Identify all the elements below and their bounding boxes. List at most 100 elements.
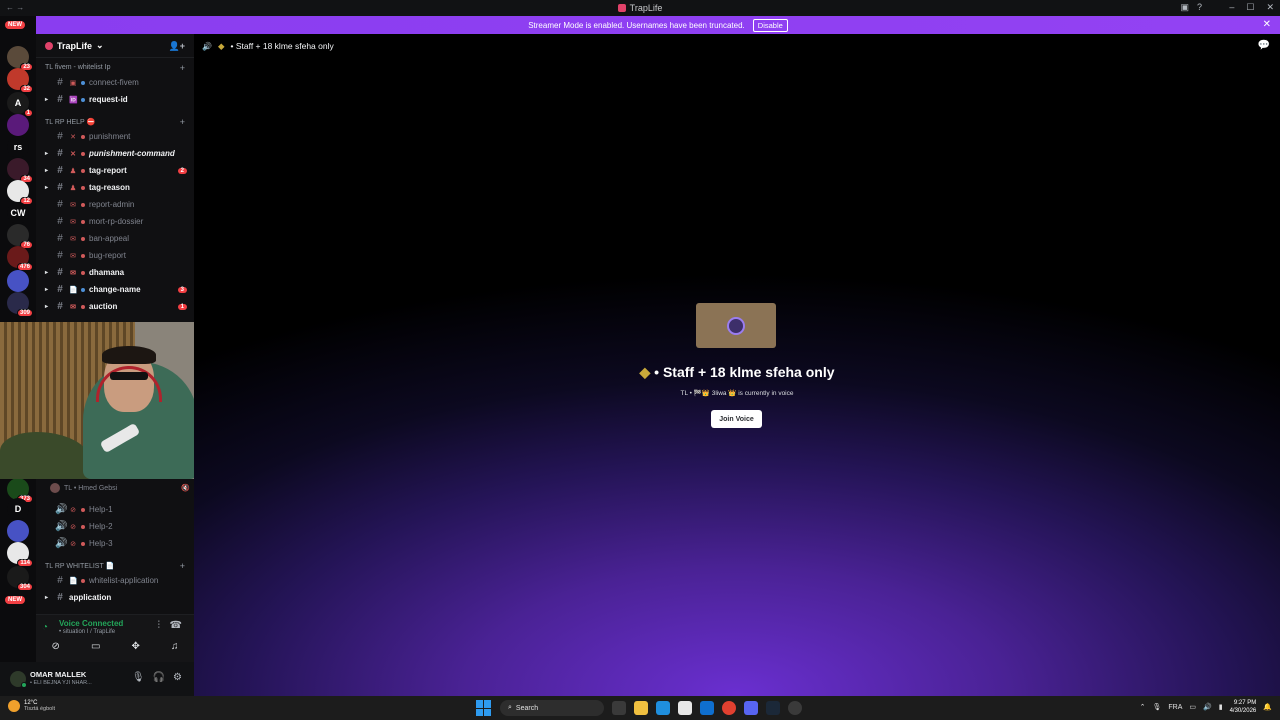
settings-gear-icon[interactable]: ⚙ [173, 672, 182, 683]
join-voice-button[interactable]: Join Voice [711, 410, 762, 428]
server-icon[interactable]: 373 [7, 478, 33, 503]
server-icon[interactable]: 23 [7, 46, 33, 71]
network-icon[interactable]: ▭ [1189, 703, 1196, 711]
volume-icon[interactable]: 🔊 [1203, 703, 1212, 711]
user-avatar[interactable] [10, 671, 27, 688]
text-channel-icon: # [57, 94, 63, 105]
screen-share-icon[interactable]: ▭ [91, 641, 100, 652]
server-icon[interactable]: D [7, 498, 29, 520]
start-button[interactable] [476, 700, 492, 716]
channel-item[interactable]: ▸ # ♟ tag-reason [45, 180, 193, 195]
channel-name: connect-fivem [89, 78, 139, 87]
tray-chevron-icon[interactable]: ⌃ [1140, 703, 1146, 711]
channel-emoji-icon: ✕ [70, 150, 76, 158]
app-logo-icon [617, 4, 626, 12]
server-icon[interactable]: 309 [7, 292, 33, 317]
channel-item[interactable]: 🔊 ⊘ Help-1 [45, 502, 193, 517]
channel-item[interactable]: # ✕ punishment [45, 129, 193, 144]
mail-icon[interactable] [700, 701, 714, 715]
activities-icon[interactable]: ✥ [132, 641, 140, 652]
server-icon[interactable] [7, 520, 29, 542]
server-icon[interactable]: 34 [7, 158, 33, 183]
channel-emoji-icon: ⊘ [70, 506, 76, 514]
add-member-icon[interactable]: 👤+ [169, 41, 185, 52]
server-icon[interactable]: 476 [7, 246, 33, 271]
user-name[interactable]: OMAR MALLEK [30, 670, 86, 679]
obs-icon[interactable] [788, 701, 802, 715]
weather-widget[interactable]: 12°C Tisztá égbolt [8, 700, 55, 712]
text-channel-icon: # [57, 148, 63, 159]
noise-suppression-icon[interactable]: ⫶ [158, 620, 161, 631]
clock[interactable]: 9:27 PM 4/30/2026 [1230, 699, 1257, 715]
create-channel-icon[interactable]: + [180, 63, 185, 73]
channel-item[interactable]: ▸ # ✉ dhamana [45, 265, 193, 280]
close-window-button[interactable]: ✕ [1266, 2, 1274, 13]
soundboard-icon[interactable]: ♫ [171, 641, 179, 652]
taskbar-search[interactable]: ⌕ Search [500, 700, 604, 716]
camera-off-icon[interactable]: ⊘ [52, 641, 60, 652]
server-icon[interactable]: CW [7, 202, 29, 224]
server-mention-badge: 32 [20, 85, 33, 93]
voice-user-card[interactable] [696, 303, 776, 348]
chrome-icon[interactable] [722, 701, 736, 715]
channel-item[interactable]: ▸ # 📄 change-name 3 [45, 282, 193, 297]
server-icon[interactable]: 32 [7, 68, 33, 93]
minimize-button[interactable]: – [1229, 2, 1234, 13]
channel-emoji-icon: ✉ [70, 303, 76, 311]
headphones-icon[interactable]: 🎧 [153, 672, 165, 683]
discord-icon[interactable] [744, 701, 758, 715]
channel-category[interactable]: TL RP WHITELIST 📄 + [45, 561, 185, 571]
voice-channel-user[interactable]: TL • Hmed Gebsi 🔇 [50, 483, 190, 493]
channel-dot-icon [81, 507, 85, 512]
voice-channel-path[interactable]: • situation I / TrapLife [59, 629, 115, 635]
nav-arrows[interactable]: ← → [6, 3, 24, 12]
tray-mic-icon[interactable]: 🎙 [1152, 703, 1161, 711]
server-icon[interactable]: 76 [7, 224, 33, 249]
server-icon[interactable]: A1 [7, 92, 33, 117]
channel-item[interactable]: ▸ # ✕ punishment-command [45, 146, 193, 161]
store-icon[interactable] [678, 701, 692, 715]
channel-item[interactable]: # ✉ bug-report [45, 248, 193, 263]
banner-close-icon[interactable]: ✕ [1263, 19, 1271, 30]
channel-name: Help-1 [89, 505, 113, 514]
language-indicator[interactable]: FRA [1168, 704, 1182, 711]
inbox-icon[interactable]: ▣ [1180, 2, 1189, 13]
server-icon[interactable]: 304 [7, 566, 33, 591]
disconnect-icon[interactable]: ☎ [170, 620, 182, 631]
channel-item[interactable]: # 📄 whitelist-application [45, 573, 193, 588]
steam-icon[interactable] [766, 701, 780, 715]
channel-item[interactable]: # ▣ connect-fivem [45, 75, 193, 90]
server-icon[interactable] [7, 270, 29, 292]
server-icon[interactable]: rs [7, 136, 29, 158]
server-icon[interactable]: 12 [7, 180, 33, 205]
channel-item[interactable]: # ✉ mort-rp-dossier [45, 214, 193, 229]
channel-item[interactable]: ▸ # 🆔 request-id [45, 92, 193, 107]
server-icon[interactable] [7, 114, 29, 136]
channel-item[interactable]: ▸ # ♟ tag-report 2 [45, 163, 193, 178]
microphone-icon[interactable]: 🎙 [132, 672, 145, 683]
signal-icon[interactable]: ◔ [42, 622, 48, 633]
channel-item[interactable]: # ✉ report-admin [45, 197, 193, 212]
chat-icon[interactable]: 💬 [1258, 40, 1270, 51]
channel-category[interactable]: TL fivem - whitelist Ip + [45, 63, 185, 73]
create-channel-icon[interactable]: + [180, 117, 185, 127]
channel-item[interactable]: 🔊 ⊘ Help-3 [45, 536, 193, 551]
channel-item[interactable]: ▸ # application [45, 590, 193, 605]
create-channel-icon[interactable]: + [180, 561, 185, 571]
disable-streamer-button[interactable]: Disable [752, 18, 788, 32]
task-view-icon[interactable] [612, 701, 626, 715]
text-channel-icon: # [57, 216, 63, 227]
notification-icon[interactable]: 🔔 [1263, 703, 1272, 711]
file-explorer-icon[interactable] [634, 701, 648, 715]
channel-item[interactable]: 🔊 ⊘ Help-2 [45, 519, 193, 534]
server-icon[interactable]: 114 [7, 542, 33, 567]
channel-item[interactable]: ▸ # ✉ auction 1 [45, 299, 193, 314]
guild-header[interactable]: TrapLife ⌄ 👤+ [36, 34, 194, 58]
edge-icon[interactable] [656, 701, 670, 715]
voice-status[interactable]: Voice Connected [59, 619, 123, 628]
channel-category[interactable]: TL RP HELP ⛔ + [45, 117, 185, 127]
channel-item[interactable]: # ✉ ban-appeal [45, 231, 193, 246]
battery-icon[interactable]: ▮ [1219, 703, 1223, 711]
help-icon[interactable]: ? [1197, 2, 1202, 13]
maximize-button[interactable]: ☐ [1246, 2, 1254, 13]
